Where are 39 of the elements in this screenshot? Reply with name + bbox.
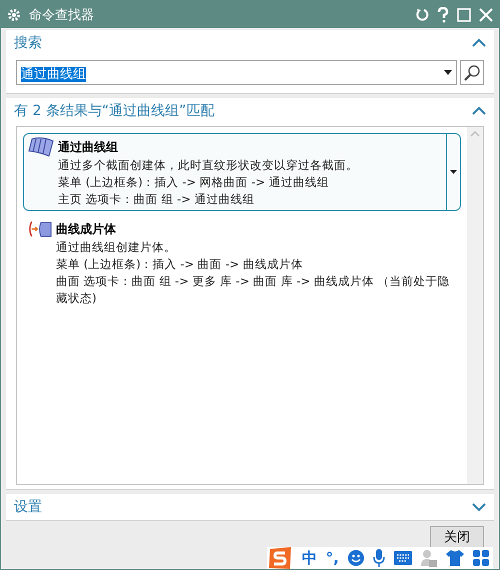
search-value: 通过曲线组: [21, 66, 86, 82]
expand-icon[interactable]: [472, 502, 486, 512]
scrollbar[interactable]: [467, 127, 483, 484]
settings-icon[interactable]: [7, 8, 21, 22]
reset-icon[interactable]: [415, 8, 429, 22]
result-description: 菜单 (上边框条)：插入 -> 曲面 -> 曲线成片体: [56, 256, 304, 273]
maximize-icon[interactable]: [457, 8, 471, 22]
search-button[interactable]: [460, 60, 484, 85]
dropdown-icon[interactable]: [450, 170, 457, 174]
surface-icon: [28, 137, 54, 157]
section-title: 有 2 条结果与“通过曲线组”匹配: [14, 102, 214, 120]
result-description: 通过曲线组创建片体。: [56, 239, 177, 256]
section-title: 搜索: [14, 34, 42, 52]
close-button[interactable]: 关闭: [430, 526, 484, 548]
search-field[interactable]: 通过曲线组: [16, 60, 457, 85]
microphone-icon[interactable]: [373, 549, 385, 567]
punctuation-mode[interactable]: °,: [326, 549, 339, 567]
grid-icon[interactable]: [473, 550, 489, 566]
close-icon[interactable]: [479, 8, 493, 22]
window-title: 命令查找器: [29, 6, 95, 24]
collapse-icon[interactable]: [472, 106, 486, 116]
input-mode[interactable]: 中: [302, 548, 317, 568]
shirt-icon[interactable]: [446, 550, 464, 566]
section-title: 设置: [14, 498, 42, 516]
sheet-icon: [28, 219, 52, 239]
keyboard-icon[interactable]: [394, 551, 412, 565]
help-icon[interactable]: [437, 6, 449, 22]
collapse-icon[interactable]: [472, 38, 486, 48]
result-name: 通过曲线组: [58, 139, 119, 156]
dropdown-icon[interactable]: [444, 70, 452, 75]
result-description: 主页 选项卡：曲面 组 -> 通过曲线组: [58, 191, 256, 208]
ime-logo-icon[interactable]: [266, 546, 293, 569]
result-name: 曲线成片体: [56, 221, 117, 238]
result-item[interactable]: 通过曲线组 通过多个截面创建体，此时直纹形状改变以穿过各截面。 菜单 (上边框条)：插入 -> 网格曲面 -> 通过曲线组 主页 选项卡：曲面 组 -> 通过曲线组: [23, 133, 461, 211]
result-description: 曲面 选项卡：曲面 组 -> 更多 库 -> 曲面 库 -> 曲线成片体 （当前处于隐藏状态): [56, 273, 451, 307]
result-item[interactable]: 曲线成片体 通过曲线组创建片体。 菜单 (上边框条)：插入 -> 曲面 -> 曲线成片体 曲面 选项卡：曲面 组 -> 更多 库 -> 曲面 库 -> 曲线成片体 （当前处于隐藏状态): [23, 215, 461, 310]
smiley-icon[interactable]: [348, 550, 364, 566]
result-description: 通过多个截面创建体，此时直纹形状改变以穿过各截面。: [58, 157, 358, 174]
result-description: 菜单 (上边框条)：插入 -> 网格曲面 -> 通过曲线组: [58, 174, 330, 191]
